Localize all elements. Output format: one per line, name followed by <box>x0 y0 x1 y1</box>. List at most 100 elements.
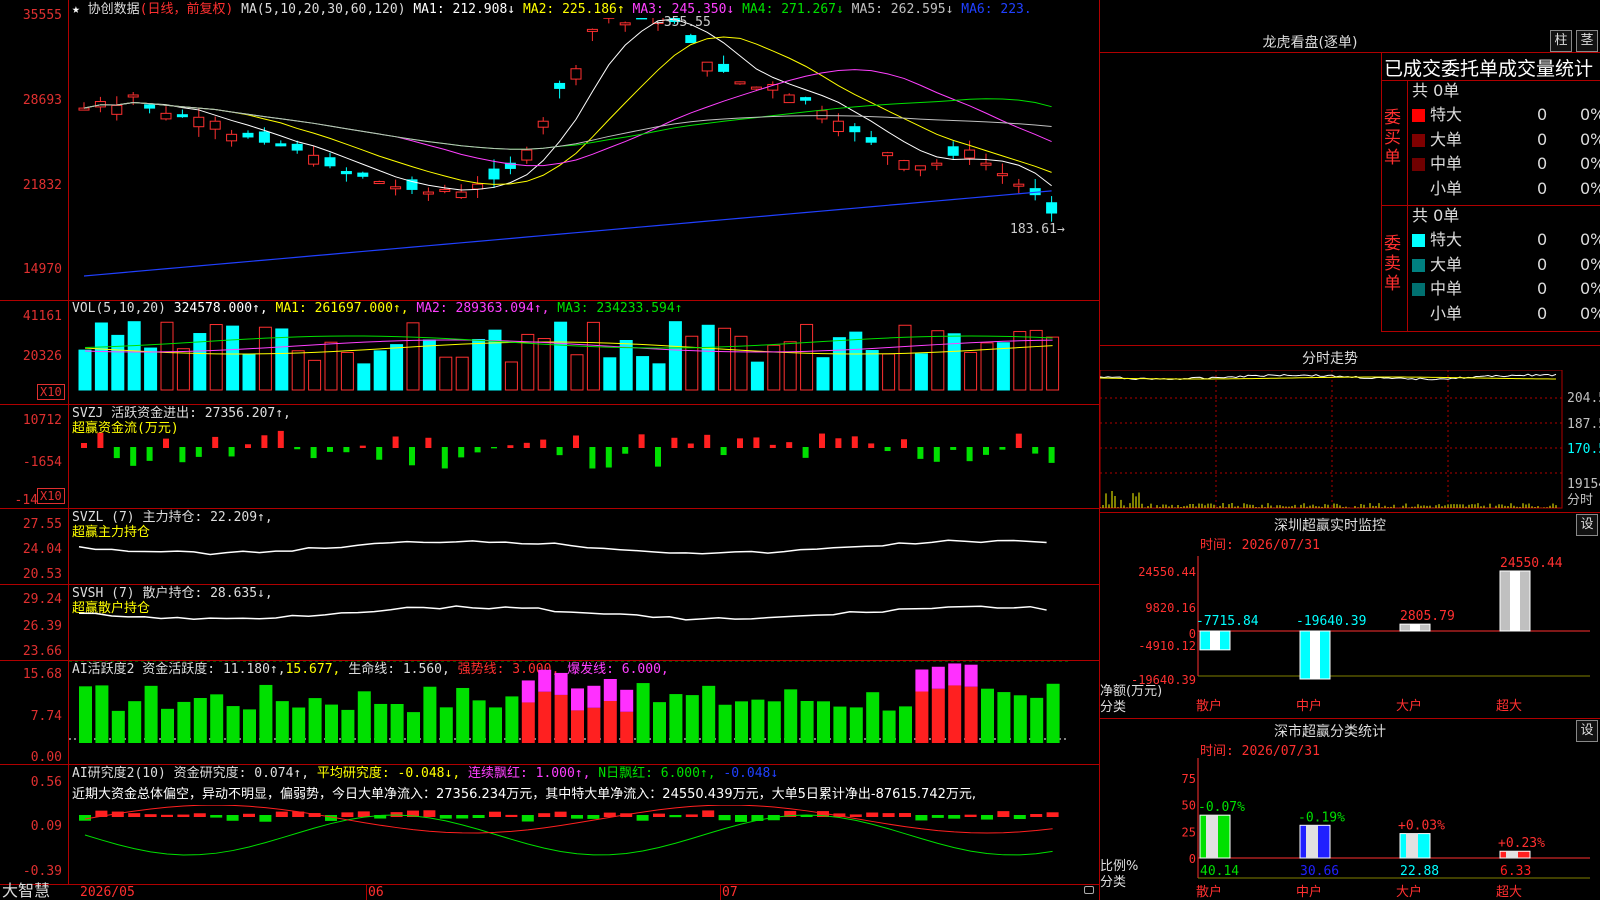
svzl-tick: 24.04 <box>22 542 62 557</box>
chart-mode: (日线，前复权) <box>139 2 234 17</box>
candle-body <box>1013 183 1025 187</box>
research-bar <box>866 812 879 817</box>
ai-research-red: 连续飘红: 1.000↑, <box>468 766 591 781</box>
activity-bar <box>226 706 240 743</box>
flow-bar <box>622 447 629 454</box>
ai-active-tick: 7.74 <box>30 709 62 724</box>
candle-body <box>390 186 402 190</box>
ma-line <box>83 69 1052 167</box>
activity-bar-top <box>521 680 535 703</box>
candle-body <box>521 149 533 161</box>
candle-body <box>308 154 320 165</box>
activity-bar <box>833 706 847 743</box>
research-bar <box>226 815 239 821</box>
order-count: 0 <box>1537 105 1548 124</box>
activity-bar <box>439 707 453 743</box>
research-bar <box>1046 812 1059 817</box>
flow-bar <box>1032 447 1039 454</box>
ma4-value: MA4: 271.267↓ <box>742 2 844 17</box>
research-bar <box>899 813 911 817</box>
ma6-line <box>83 190 1052 277</box>
volume-chart[interactable] <box>69 318 1099 403</box>
research-bar <box>275 811 288 817</box>
activity-bar-top <box>603 678 617 701</box>
candlestick-chart[interactable] <box>69 18 1099 298</box>
candle-body <box>570 68 582 80</box>
intraday-tick: 19154 <box>1567 477 1600 492</box>
candle-body <box>357 172 369 177</box>
class-bar-chart[interactable]: 75 50 25 0 比例%分类 -0.07% 40.14 散户 -0.19% 30.66 中户 +0… <box>1100 758 1600 900</box>
volume-bar <box>1029 329 1043 391</box>
stem-view-button[interactable]: 茎 <box>1576 30 1598 52</box>
flow-bar <box>130 447 137 466</box>
activity-bar-top <box>964 664 978 687</box>
flow-bar <box>737 438 743 448</box>
order-percent: 0% <box>1580 105 1600 124</box>
class-category: 散户 <box>1196 884 1222 900</box>
intraday-chart[interactable] <box>1100 370 1563 510</box>
intraday-tick: 187.5 <box>1567 417 1600 432</box>
class-category: 大户 <box>1396 884 1422 900</box>
research-bar <box>341 812 354 817</box>
vol-tick: 20326 <box>22 349 62 364</box>
activity-chart[interactable] <box>69 661 1099 763</box>
activity-bar <box>292 707 306 743</box>
order-percent: 0% <box>1580 230 1600 249</box>
flow-bar <box>212 436 219 448</box>
main-holding-chart[interactable] <box>69 509 1099 583</box>
flow-bar <box>441 447 448 469</box>
monitor-category: 中户 <box>1296 698 1322 714</box>
vol-ma1: MA1: 261697.000↑, <box>275 301 409 316</box>
low-price-label: 183.61→ <box>1010 222 1065 237</box>
volume-bar <box>816 357 830 391</box>
volume-bar <box>406 322 420 391</box>
class-settings-button[interactable]: 设 <box>1576 720 1598 742</box>
svzj-tick: -1654 <box>22 455 62 470</box>
volume-bar <box>422 339 436 391</box>
monitor-class: 分类 <box>1100 700 1126 715</box>
activity-bar-top <box>931 666 945 689</box>
holding-line <box>78 539 1047 556</box>
candle-body <box>258 131 270 143</box>
activity-bar <box>784 689 798 743</box>
monitor-settings-button[interactable]: 设 <box>1576 514 1598 536</box>
volume-bar <box>357 363 371 391</box>
volume-bar <box>258 326 272 391</box>
order-stat-row: 大单 0 0% <box>1412 129 1600 151</box>
candle-body <box>685 35 697 44</box>
flow-bar <box>671 437 678 448</box>
flow-bar <box>917 447 924 459</box>
candle-body <box>226 133 238 142</box>
flow-bar <box>540 439 547 448</box>
flow-bar <box>310 447 317 459</box>
money-flow-chart[interactable] <box>69 405 1099 507</box>
order-stat-row: 中单 0 0% <box>1412 278 1600 300</box>
retail-holding-chart[interactable] <box>69 585 1099 659</box>
activity-bar <box>899 706 912 743</box>
class-value-label: 22.88 <box>1400 864 1439 879</box>
candle-body <box>488 168 500 180</box>
ma2-value: MA2: 225.186↑ <box>522 2 625 17</box>
class-label: 分类 <box>1100 875 1126 890</box>
order-count: 0 <box>1537 154 1548 173</box>
class-bar-highlight <box>1506 851 1518 858</box>
volume-bar <box>668 321 682 391</box>
research-chart[interactable] <box>69 805 1099 883</box>
order-percent: 0% <box>1580 178 1600 198</box>
research-bar <box>243 813 255 817</box>
chart-area[interactable]: ★ 协创数据(日线，前复权) MA(5,10,20,30,60,120) MA1… <box>0 0 1100 900</box>
price-tick: 28693 <box>22 93 62 108</box>
favorite-star-icon[interactable]: ★ <box>72 2 80 17</box>
activity-bar <box>308 698 322 743</box>
monitor-bar-chart[interactable]: 24550.449820.160-4910.12-19640.39净额(万元)分… <box>1100 556 1600 716</box>
flow-bar <box>458 447 465 458</box>
volume-bar <box>701 324 715 391</box>
order-stat-row: 特大 0 0% <box>1412 104 1600 126</box>
bar-view-button[interactable]: 柱 <box>1550 30 1572 52</box>
lock-icon[interactable] <box>1084 886 1094 894</box>
volume-bar <box>242 353 256 391</box>
activity-bar <box>275 701 289 743</box>
monitor-tick: -4910.12 <box>1138 639 1196 653</box>
candle-body <box>783 94 795 104</box>
activity-bar <box>735 701 748 743</box>
